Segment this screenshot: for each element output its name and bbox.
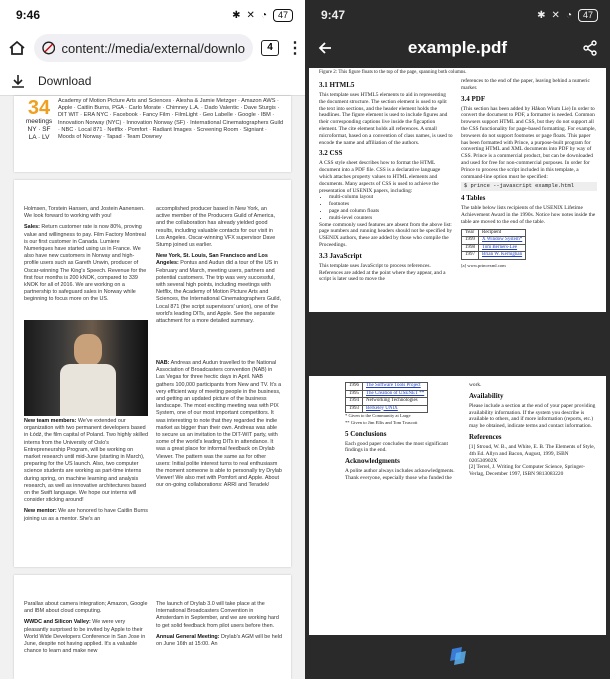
pdf-page[interactable]: Figure 2: This figure floats to the top … [309, 68, 606, 312]
bluetooth-icon: ✱ [232, 9, 241, 21]
download-label: Download [38, 73, 92, 88]
text-column: New team members: We've extended our org… [24, 418, 148, 522]
code-snippet: $ prince --javascript example.html [461, 182, 597, 192]
download-bar[interactable]: Download [0, 66, 305, 96]
meetings-badge: 34 meetings NY · SF LA · LV [25, 97, 53, 141]
text-column: Holmsen, Torstein Hansen, and Jostein Aa… [24, 206, 147, 303]
home-icon[interactable] [8, 39, 26, 57]
pdf-page: Holmsen, Torstein Hansen, and Jostein Aa… [14, 180, 291, 567]
mute-icon: ✕ [246, 9, 255, 21]
text-column: NAB: Andreas and Audun travelled to the … [156, 360, 282, 489]
download-icon [12, 74, 24, 88]
viewer-toolbar: example.pdf [305, 30, 610, 66]
battery-icon: 47 [272, 8, 293, 22]
browser-toolbar: content://media/external/downloa 4 ⋮ [0, 30, 305, 66]
pdf-viewer-screen: 9:47 ✱ ✕ ◔ 47 example.pdf Figure 2: This… [305, 0, 610, 679]
awards-table: Year Recipient 1999 X Window System* 1998 T… [461, 228, 527, 260]
wifi-icon: ◔ [565, 9, 572, 21]
bottom-bar [305, 635, 610, 679]
footnote: [a] www.princexml.com [461, 262, 506, 268]
pdf-page: 34 meetings NY · SF LA · LV Academy of M… [14, 96, 291, 172]
status-bar: 9:46 ✱ ✕ ◔ 47 [0, 0, 305, 30]
pdf-document[interactable]: 34 meetings NY · SF LA · LV Academy of M… [0, 96, 305, 679]
app-switcher-icon[interactable] [446, 645, 470, 669]
url-field[interactable]: content://media/external/downloa [34, 34, 253, 62]
wifi-icon: ◔ [260, 9, 267, 21]
text-column: 3.1 HTML5 This template uses HTML5 eleme… [319, 78, 453, 283]
pdf-page: Parallax about camera integration; Amazo… [14, 575, 291, 679]
pdf-page[interactable]: 1996 The Software Tools Project 1995 The C… [309, 376, 606, 636]
figure-caption: Figure 2: This figure floats to the top … [319, 70, 467, 75]
browser-screen: 9:46 ✱ ✕ ◔ 47 content://media/external/d… [0, 0, 305, 679]
text-column: accomplished producer based in New York,… [156, 206, 281, 325]
status-time: 9:47 [321, 8, 346, 22]
photo-figure [24, 320, 148, 416]
more-options-icon[interactable]: ⋮ [287, 38, 303, 58]
battery-icon: 47 [577, 8, 598, 22]
document-title: example.pdf [407, 38, 508, 57]
text-column: The launch of Drylab 3.0 will take place… [156, 601, 282, 648]
text-column: Parallax about camera integration; Amazo… [24, 601, 148, 655]
share-icon[interactable] [582, 40, 598, 56]
text-column: 1996 The Software Tools Project 1995 The C… [345, 382, 455, 481]
back-arrow-icon[interactable] [317, 40, 333, 56]
mute-icon: ✕ [551, 9, 560, 21]
url-text: content://media/external/downloa [61, 40, 245, 56]
status-time: 9:46 [16, 8, 41, 22]
text-column: references to the end of the paper, leav… [461, 78, 597, 268]
status-bar: 9:47 ✱ ✕ ◔ 47 [305, 0, 610, 30]
site-info-icon[interactable] [42, 41, 56, 55]
bluetooth-icon: ✱ [537, 9, 546, 21]
tab-switcher-button[interactable]: 4 [261, 40, 279, 56]
partner-list: Academy of Motion Picture Arts and Scien… [58, 98, 284, 141]
text-column: work. Availability Please include a sect… [469, 382, 596, 478]
awards-table: 1996 The Software Tools Project 1995 The C… [345, 382, 429, 413]
